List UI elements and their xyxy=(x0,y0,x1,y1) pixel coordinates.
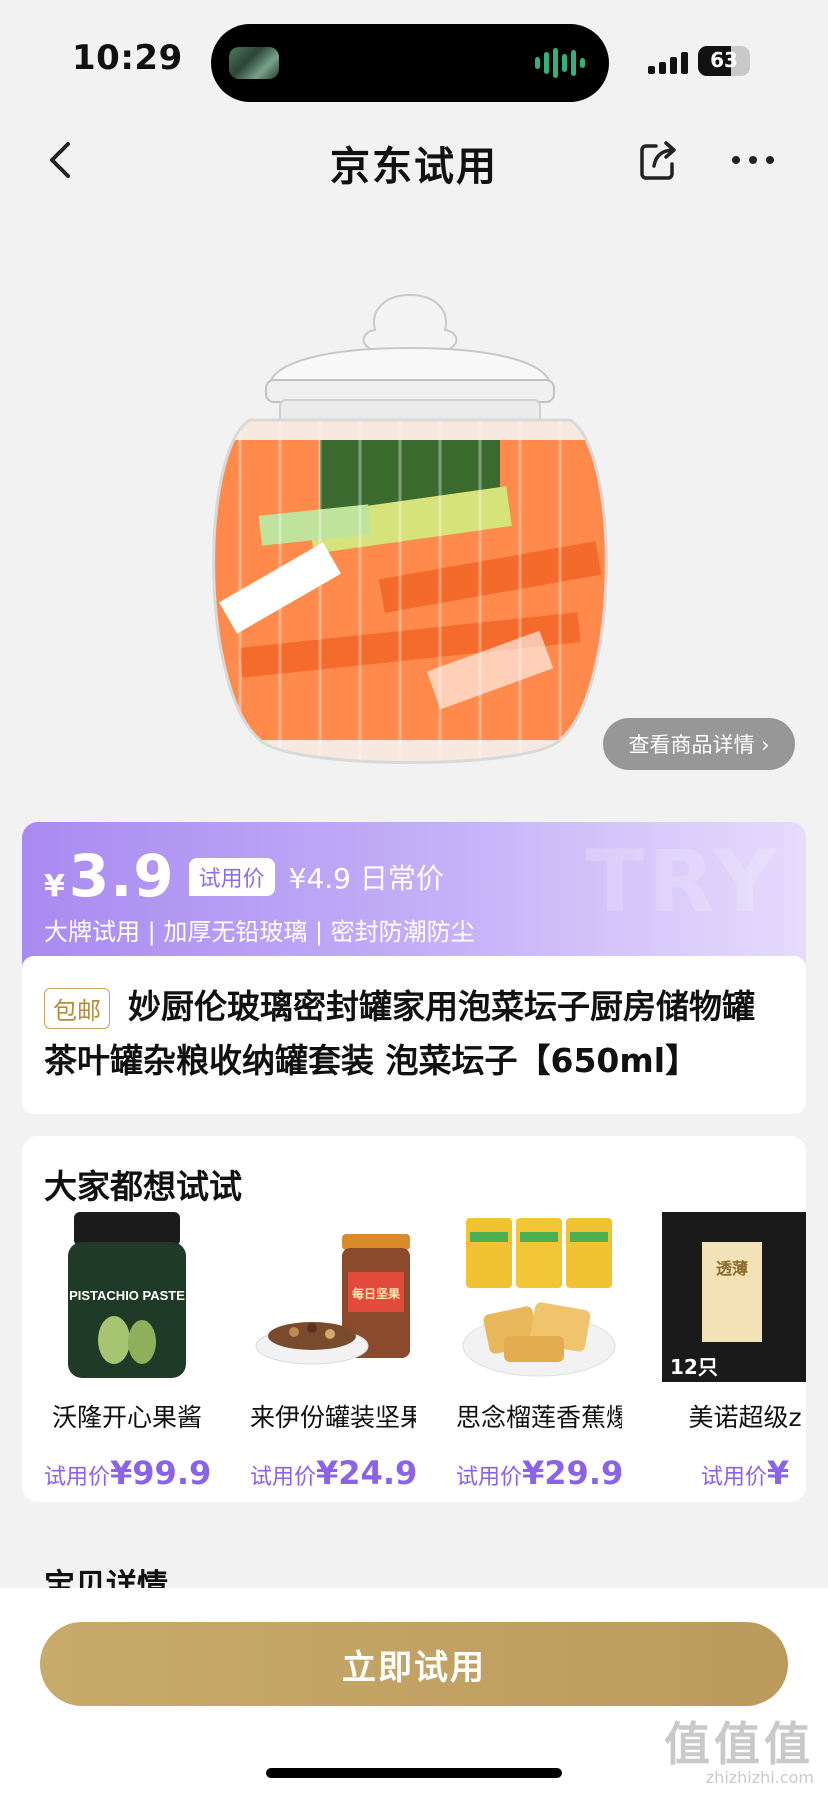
recommend-item[interactable]: 思念榴莲香蕉爆 试用价¥29.9 xyxy=(456,1212,622,1492)
feature-highlights: 大牌试用 | 加厚无铅玻璃 | 密封防潮防尘 xyxy=(44,918,475,946)
price-label: 试用价 xyxy=(250,1465,317,1490)
share-icon[interactable] xyxy=(636,138,680,182)
pads-label-text: 透薄 xyxy=(716,1259,748,1278)
status-time: 10:29 xyxy=(72,38,183,78)
sanitary-pads-image: 透薄 12只 xyxy=(662,1212,806,1382)
nav-bar: 京东试用 xyxy=(0,120,828,200)
page-title: 京东试用 xyxy=(330,144,498,190)
more-options-icon[interactable] xyxy=(728,138,778,182)
battery-icon: 63 xyxy=(698,46,750,76)
view-product-details-button[interactable]: 查看商品详情 › xyxy=(603,718,795,770)
price-label: 试用价 xyxy=(700,1465,767,1490)
try-now-button[interactable]: 立即试用 xyxy=(40,1622,788,1706)
bottom-action-bar: 立即试用 值值值 zhizhizhi.com xyxy=(0,1588,828,1796)
recommend-item-price: 试用价¥24.9 xyxy=(250,1454,416,1492)
price-currency: ¥ xyxy=(44,869,65,904)
recommendations-list[interactable]: PISTACHIO PASTE 沃隆开心果酱 试用价¥99.9 每日坚果 来伊份… xyxy=(44,1212,806,1492)
price-row: ¥ 3.9 试用价 ¥4.9 日常价 xyxy=(44,842,444,910)
price-value: ¥99.9 xyxy=(110,1454,210,1492)
recommendations-title: 大家都想试试 xyxy=(44,1167,242,1206)
recommendations-card: 大家都想试试 PISTACHIO PASTE 沃隆开心果酱 试用价¥99.9 每… xyxy=(22,1136,806,1502)
daily-price: ¥4.9 日常价 xyxy=(288,862,444,895)
recommend-item-name: 思念榴莲香蕉爆 xyxy=(456,1403,622,1432)
cellular-signal-icon xyxy=(648,50,688,74)
status-bar: 10:29 63 xyxy=(0,0,828,120)
nuts-label-text: 每日坚果 xyxy=(352,1286,400,1301)
view-product-details-label: 查看商品详情 › xyxy=(628,733,770,757)
pistachio-label-text: PISTACHIO PASTE xyxy=(69,1288,185,1303)
price-label: 试用价 xyxy=(44,1465,111,1490)
trial-price-tag: 试用价 xyxy=(188,858,275,896)
recommend-item-price: 试用价¥ xyxy=(662,1454,806,1492)
recommend-item-price: 试用价¥29.9 xyxy=(456,1454,622,1492)
pistachio-paste-image: PISTACHIO PASTE xyxy=(68,1212,186,1378)
trial-price: 3.9 xyxy=(68,842,175,910)
glass-jar-product-image xyxy=(212,293,608,764)
recommend-item-price: 试用价¥99.9 xyxy=(44,1454,210,1492)
price-label: 试用价 xyxy=(456,1465,523,1490)
pads-count-text: 12只 xyxy=(670,1355,718,1379)
watermark-logo-text: 值值值 xyxy=(664,1717,814,1771)
durian-banana-pastry-image xyxy=(462,1218,616,1377)
audio-wave-icon xyxy=(535,46,585,80)
recommend-item[interactable]: PISTACHIO PASTE 沃隆开心果酱 试用价¥99.9 xyxy=(44,1212,210,1492)
recommend-item-name: 来伊份罐装坚果 xyxy=(250,1403,416,1432)
product-title-card: 包邮 妙厨伦玻璃密封罐家用泡菜坛子厨房储物罐茶叶罐杂粮收纳罐套装 泡菜坛子【65… xyxy=(22,956,806,1114)
recommend-item-name: 沃隆开心果酱 xyxy=(51,1403,202,1432)
nuts-jar-image: 每日坚果 xyxy=(255,1234,410,1365)
price-value: ¥ xyxy=(766,1454,790,1492)
dynamic-island xyxy=(211,24,609,102)
recommend-item-name: 美诺超级z xyxy=(688,1403,802,1432)
product-image-area[interactable]: 查看商品详情 › xyxy=(0,200,828,800)
now-playing-app-icon xyxy=(229,47,279,79)
site-watermark: 值值值 zhizhizhi.com xyxy=(664,1708,814,1787)
home-indicator[interactable] xyxy=(266,1768,562,1778)
price-value: ¥24.9 xyxy=(316,1454,416,1492)
product-title: 妙厨伦玻璃密封罐家用泡菜坛子厨房储物罐茶叶罐杂粮收纳罐套装 泡菜坛子【650ml… xyxy=(44,987,755,1080)
price-value: ¥29.9 xyxy=(522,1454,622,1492)
try-watermark-text: TRY xyxy=(585,832,780,932)
recommend-item[interactable]: 每日坚果 来伊份罐装坚果 试用价¥24.9 xyxy=(250,1212,416,1492)
recommend-item[interactable]: 透薄 12只 美诺超级z 试用价¥ xyxy=(662,1212,806,1492)
try-now-label: 立即试用 xyxy=(342,1647,486,1688)
battery-percent: 63 xyxy=(710,48,738,72)
